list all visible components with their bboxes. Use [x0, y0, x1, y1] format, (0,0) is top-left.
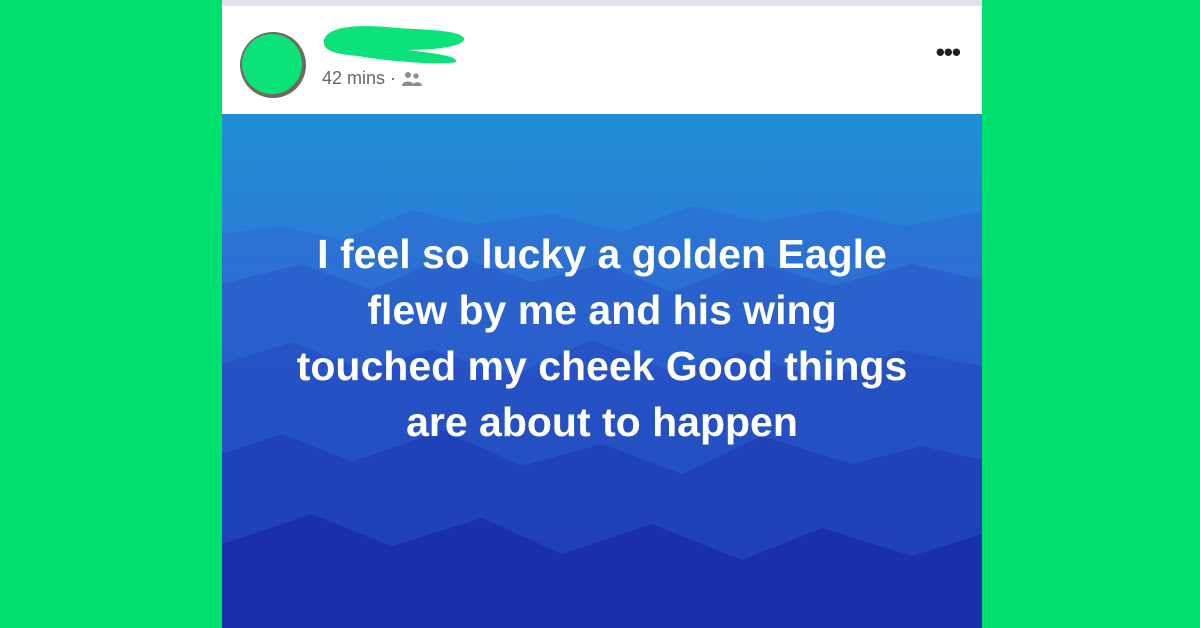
more-options-icon[interactable]: •••: [936, 39, 961, 65]
post-text-container: I feel so lucky a golden Eagle flew by m…: [222, 114, 982, 628]
avatar-redaction: [242, 34, 302, 94]
avatar[interactable]: [240, 32, 306, 98]
post-header: 42 mins · •••: [222, 6, 982, 114]
meta-separator: ·: [390, 68, 397, 88]
friends-icon: [402, 71, 423, 86]
post-meta: 42 mins ·: [322, 68, 423, 89]
post-body-text: I feel so lucky a golden Eagle flew by m…: [296, 231, 908, 445]
facebook-post-card: 42 mins · ••• I feel so lucky a golden E…: [222, 0, 982, 628]
post-timestamp[interactable]: 42 mins: [322, 68, 385, 89]
author-name-redaction: [323, 26, 465, 64]
